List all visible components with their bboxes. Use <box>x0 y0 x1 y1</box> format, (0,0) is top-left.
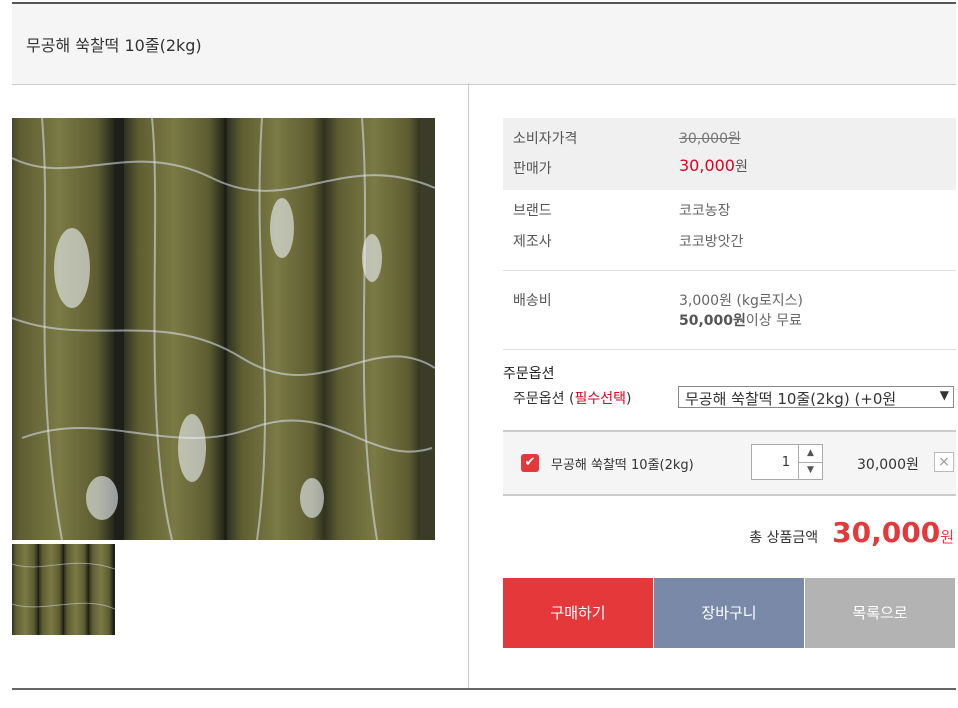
checkbox-checked-icon[interactable]: ✔ <box>521 454 539 472</box>
brand-value: 코코농장 <box>679 203 731 219</box>
order-option-label: 주문옵션 ( <box>513 391 575 407</box>
order-option-selected-value: 무공해 쑥찰떡 10줄(2kg) (+0원 <box>685 390 897 408</box>
total-unit: 원 <box>940 528 954 546</box>
column-divider <box>468 83 469 689</box>
shipping-value: 3,000원 (kg로지스) <box>679 293 803 309</box>
divider <box>503 270 956 271</box>
maker-value: 코코방앗간 <box>679 234 744 250</box>
quantity-input[interactable]: 1 <box>751 444 799 480</box>
brand-label: 브랜드 <box>513 203 552 219</box>
product-thumbnail[interactable] <box>12 544 115 635</box>
free-shipping-text: 이상 무료 <box>745 313 802 329</box>
quantity-up-icon[interactable]: ▲ <box>799 445 822 463</box>
order-option-select[interactable]: 무공해 쑥찰떡 10줄(2kg) (+0원 ▼ <box>678 386 954 408</box>
product-detail-page: 무공해 쑥찰떡 10줄(2kg) 소비자가격 30,000원 판매가 30,00… <box>12 0 958 708</box>
total-amount: 30,000 <box>832 516 941 549</box>
quantity-down-icon[interactable]: ▼ <box>799 462 822 479</box>
dropdown-arrow-icon: ▼ <box>936 388 949 402</box>
order-options-title: 주문옵션 <box>503 366 555 382</box>
shipping-label: 배송비 <box>513 293 552 309</box>
quantity-stepper: ▲ ▼ <box>799 444 823 480</box>
list-button[interactable]: 목록으로 <box>805 578 955 648</box>
required-badge: 필수선택 <box>574 391 626 407</box>
consumer-price-label: 소비자가격 <box>513 131 578 147</box>
buy-button[interactable]: 구매하기 <box>503 578 653 648</box>
free-shipping-amount: 50,000원 <box>679 313 746 329</box>
total-label: 총 상품금액 <box>749 530 819 546</box>
main-product-image <box>12 118 435 540</box>
product-title: 무공해 쑥찰떡 10줄(2kg) <box>26 36 202 55</box>
remove-item-icon[interactable]: × <box>934 452 954 472</box>
sale-price-unit: 원 <box>734 159 748 175</box>
consumer-price-value: 30,000원 <box>679 131 741 147</box>
selected-item-box: ✔ 무공해 쑥찰떡 10줄(2kg) 1 ▲ ▼ 30,000원 × <box>503 430 956 496</box>
sale-price-value: 30,000 <box>679 156 735 175</box>
bottom-divider <box>12 688 956 690</box>
product-title-bar: 무공해 쑥찰떡 10줄(2kg) <box>12 2 956 85</box>
selected-item-name: 무공해 쑥찰떡 10줄(2kg) <box>551 458 694 473</box>
maker-label: 제조사 <box>513 234 552 250</box>
divider <box>503 349 956 350</box>
total-price: 총 상품금액 30,000원 <box>749 516 954 549</box>
cart-button[interactable]: 장바구니 <box>654 578 804 648</box>
sale-price-label: 판매가 <box>513 161 552 177</box>
selected-item-price: 30,000원 <box>857 457 919 473</box>
